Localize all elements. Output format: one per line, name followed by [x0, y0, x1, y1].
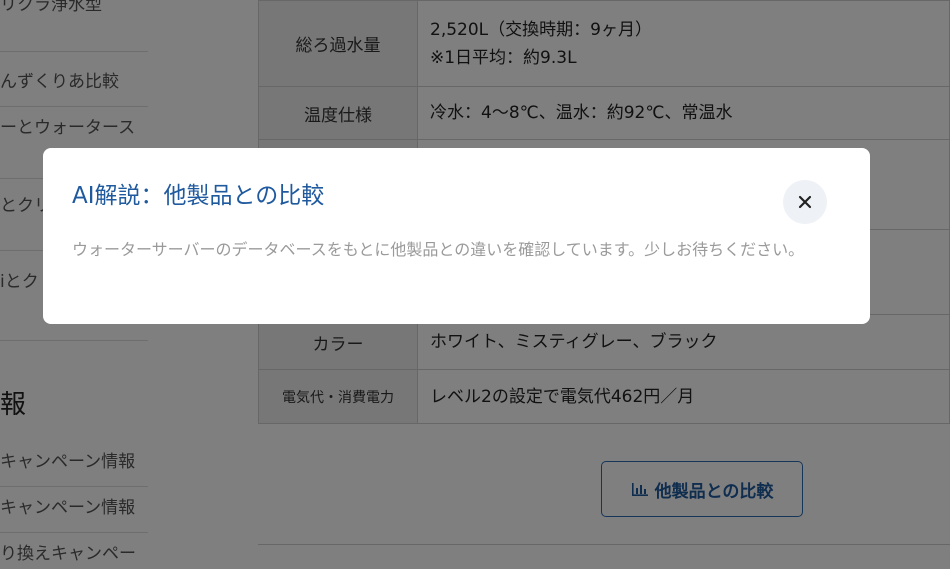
page: リクラ浄水型 んずくりあ比較 ーとウォータース とクリ iとク 報 キャンペーン… [0, 0, 950, 569]
close-icon [798, 195, 812, 209]
modal-title: AI解説：他製品との比較 [72, 183, 325, 209]
ai-comparison-modal: AI解説：他製品との比較 ウォーターサーバーのデータベースをもとに他製品との違い… [43, 148, 870, 324]
close-button[interactable] [783, 180, 827, 224]
modal-message: ウォーターサーバーのデータベースをもとに他製品との違いを確認しています。少しお待… [72, 240, 805, 259]
